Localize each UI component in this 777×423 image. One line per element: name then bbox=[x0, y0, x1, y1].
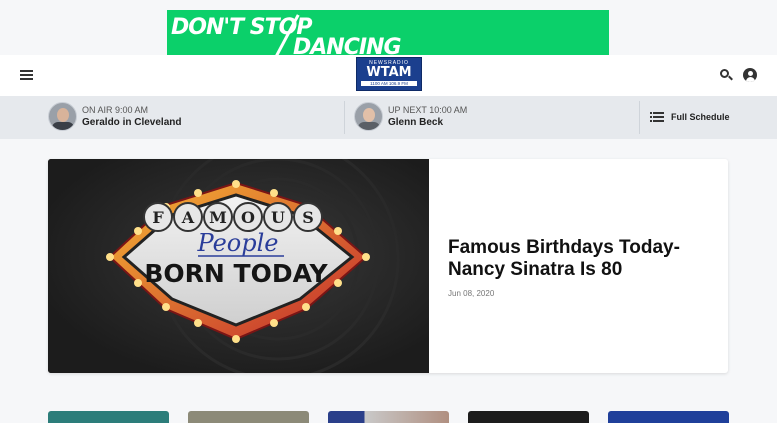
sign-people-text: People bbox=[197, 229, 279, 257]
famous-letter: U bbox=[271, 208, 285, 227]
on-air-status: ON AIR 9:00 AM bbox=[82, 105, 181, 115]
article-thumbnail[interactable] bbox=[188, 411, 309, 423]
on-air-time: 9:00 AM bbox=[115, 105, 149, 115]
famous-letter: A bbox=[181, 208, 195, 227]
on-air-slot[interactable]: ON AIR 9:00 AM Geraldo in Cleveland bbox=[48, 102, 338, 133]
famous-letter: S bbox=[302, 208, 314, 227]
ad-banner-area: DON'T STOP DANCING bbox=[0, 0, 777, 56]
featured-article-body: Famous Birthdays Today- Nancy Sinatra Is… bbox=[448, 237, 718, 298]
up-next-show-name: Glenn Beck bbox=[388, 117, 444, 128]
up-next-status: UP NEXT 10:00 AM bbox=[388, 105, 467, 115]
search-icon[interactable] bbox=[720, 69, 733, 81]
schedule-bar: ON AIR 9:00 AM Geraldo in Cleveland UP N… bbox=[0, 96, 777, 139]
article-date: Jun 08, 2020 bbox=[448, 289, 495, 298]
article-thumbnail[interactable] bbox=[48, 411, 169, 423]
schedule-divider bbox=[639, 101, 640, 134]
logo-frequencies: 1100 AM 106.9 FM bbox=[361, 81, 417, 86]
on-air-label: ON AIR bbox=[82, 105, 113, 115]
famous-letter: F bbox=[152, 208, 164, 227]
full-schedule-label: Full Schedule bbox=[671, 112, 730, 122]
article-title[interactable]: Famous Birthdays Today- Nancy Sinatra Is… bbox=[448, 237, 718, 281]
famous-people-sign-graphic: F A M O U S People BORN TODAY bbox=[48, 159, 429, 373]
list-icon bbox=[650, 112, 664, 122]
famous-letter: O bbox=[241, 208, 255, 227]
up-next-label: UP NEXT bbox=[388, 105, 427, 115]
schedule-divider bbox=[344, 101, 345, 134]
article-thumbnail[interactable] bbox=[608, 411, 729, 423]
logo-main-text: WTAM bbox=[366, 65, 412, 80]
site-header: NEWSRADIO WTAM 1100 AM 106.9 FM bbox=[0, 55, 777, 96]
up-next-slot[interactable]: UP NEXT 10:00 AM Glenn Beck bbox=[354, 102, 634, 133]
featured-article-image[interactable]: F A M O U S People BORN TODAY bbox=[48, 159, 429, 373]
article-thumbnail[interactable] bbox=[328, 411, 449, 423]
user-icon[interactable] bbox=[743, 68, 757, 82]
featured-article-card[interactable]: F A M O U S People BORN TODAY Famous Bir… bbox=[48, 159, 728, 373]
on-air-show-name: Geraldo in Cleveland bbox=[82, 117, 182, 128]
sign-born-today-text: BORN TODAY bbox=[144, 259, 328, 288]
host-avatar-up-next bbox=[354, 102, 383, 131]
hamburger-icon[interactable] bbox=[20, 70, 33, 80]
ad-headline-line1: DON'T STOP bbox=[171, 15, 312, 40]
article-thumbnail[interactable] bbox=[468, 411, 589, 423]
ad-banner[interactable]: DON'T STOP DANCING bbox=[167, 10, 609, 55]
station-logo[interactable]: NEWSRADIO WTAM 1100 AM 106.9 FM bbox=[356, 57, 422, 91]
host-avatar-on-air bbox=[48, 102, 77, 131]
ad-headline-line2: DANCING bbox=[293, 35, 402, 55]
famous-letter: M bbox=[209, 208, 227, 227]
up-next-time: 10:00 AM bbox=[429, 105, 468, 115]
